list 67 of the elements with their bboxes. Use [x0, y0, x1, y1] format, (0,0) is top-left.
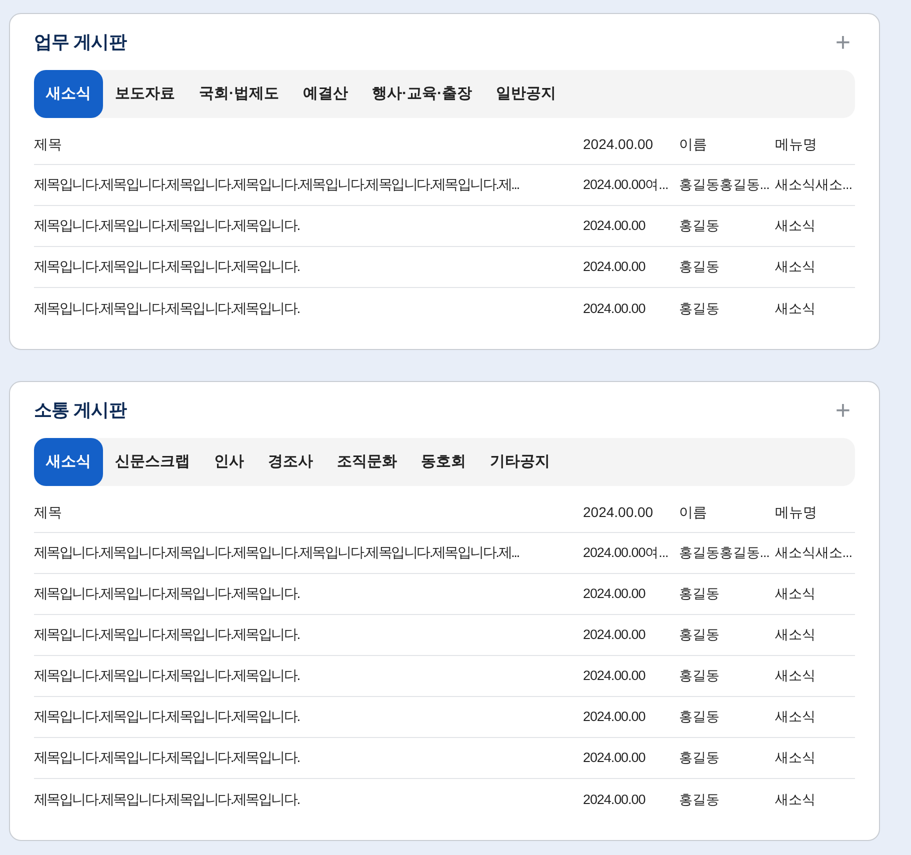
- table-cell: 2024.00.00여...: [583, 177, 668, 192]
- column-header: 2024.00.00: [583, 136, 654, 152]
- table-cell: 새소식: [775, 792, 816, 806]
- table-cell: 새소식: [775, 218, 816, 233]
- table-cell: 2024.00.00: [583, 750, 646, 765]
- table-cell: 새소식새소...: [775, 545, 852, 560]
- post-title[interactable]: 제목입니다.제목입니다.제목입니다.제목입니다.: [34, 749, 300, 765]
- post-title[interactable]: 제목입니다.제목입니다.제목입니다.제목입니다.: [34, 667, 300, 683]
- board-tab[interactable]: 경조사: [256, 438, 325, 486]
- post-title[interactable]: 제목입니다.제목입니다.제목입니다.제목입니다.: [34, 708, 300, 724]
- table-cell: 2024.00.00: [583, 627, 646, 642]
- board-tab[interactable]: 신문스크랩: [103, 438, 202, 486]
- column-header: 제목: [34, 136, 62, 152]
- table-cell: 새소식: [775, 586, 816, 601]
- board-tab[interactable]: 예결산: [291, 70, 360, 118]
- post-title[interactable]: 제목입니다.제목입니다.제목입니다.제목입니다.: [34, 585, 300, 601]
- table-cell: 홍길동: [679, 627, 720, 642]
- table-cell: 홍길동: [679, 668, 720, 683]
- column-header: 2024.00.00: [583, 504, 654, 520]
- table-cell: 새소식: [775, 259, 816, 274]
- table-cell: 홍길동: [679, 300, 720, 316]
- table-cell: 홍길동: [679, 218, 720, 233]
- table-cell: 새소식: [775, 627, 816, 642]
- board-tab[interactable]: 일반공지: [484, 70, 568, 118]
- table-cell: 새소식: [775, 750, 816, 765]
- table-cell: 홍길동: [679, 586, 720, 601]
- board-tab[interactable]: 행사·교육·출장: [360, 70, 484, 118]
- table-cell: 2024.00.00: [583, 586, 646, 601]
- board-tab[interactable]: 국회·법제도: [187, 70, 291, 118]
- board-tab[interactable]: 보도자료: [103, 70, 187, 118]
- table-cell: 2024.00.00: [583, 259, 646, 274]
- table-cell: 홍길동: [679, 259, 720, 274]
- post-title[interactable]: 제목입니다.제목입니다.제목입니다.제목입니다.: [34, 790, 300, 806]
- post-title[interactable]: 제목입니다.제목입니다.제목입니다.제목입니다.: [34, 217, 300, 233]
- board-tab[interactable]: 인사: [202, 438, 256, 486]
- column-header: 메뉴명: [775, 136, 817, 152]
- table-cell: 2024.00.00: [583, 668, 646, 683]
- table-cell: 홍길동홍길동...: [679, 177, 770, 192]
- board-tab[interactable]: 동호회: [409, 438, 478, 486]
- table-cell: 2024.00.00: [583, 300, 646, 316]
- column-header: 메뉴명: [775, 504, 817, 520]
- table-cell: 2024.00.00: [583, 218, 646, 233]
- table-cell: 홍길동: [679, 750, 720, 765]
- column-header: 제목: [34, 504, 62, 520]
- post-title[interactable]: 제목입니다.제목입니다.제목입니다.제목입니다.: [34, 258, 300, 274]
- table-cell: 새소식새소...: [775, 177, 852, 192]
- table-cell: 새소식: [775, 668, 816, 683]
- table-cell: 홍길동홍길동...: [679, 545, 770, 560]
- table-cell: 2024.00.00: [583, 792, 646, 806]
- board-tab[interactable]: 기타공지: [478, 438, 562, 486]
- table-cell: 2024.00.00여...: [583, 545, 668, 560]
- post-title[interactable]: 제목입니다.제목입니다.제목입니다.제목입니다.: [34, 300, 300, 316]
- table-cell: 홍길동: [679, 709, 720, 724]
- board-title: 업무 게시판: [34, 30, 126, 54]
- table-cell: 홍길동: [679, 792, 720, 806]
- post-title[interactable]: 제목입니다.제목입니다.제목입니다.제목입니다.제목입니다.제목입니다.제목입니다.제...: [34, 544, 519, 560]
- post-title[interactable]: 제목입니다.제목입니다.제목입니다.제목입니다.: [34, 626, 300, 642]
- column-header: 이름: [679, 136, 707, 152]
- board-tab[interactable]: 새소식: [34, 438, 103, 486]
- board-tab[interactable]: 새소식: [34, 70, 103, 118]
- table-cell: 새소식: [775, 300, 816, 316]
- column-header: 이름: [679, 504, 707, 520]
- table-cell: 2024.00.00: [583, 709, 646, 724]
- table-cell: 새소식: [775, 709, 816, 724]
- board-title: 소통 게시판: [34, 398, 126, 422]
- board-tab[interactable]: 조직문화: [325, 438, 409, 486]
- post-title[interactable]: 제목입니다.제목입니다.제목입니다.제목입니다.제목입니다.제목입니다.제목입니다.제...: [34, 176, 519, 192]
